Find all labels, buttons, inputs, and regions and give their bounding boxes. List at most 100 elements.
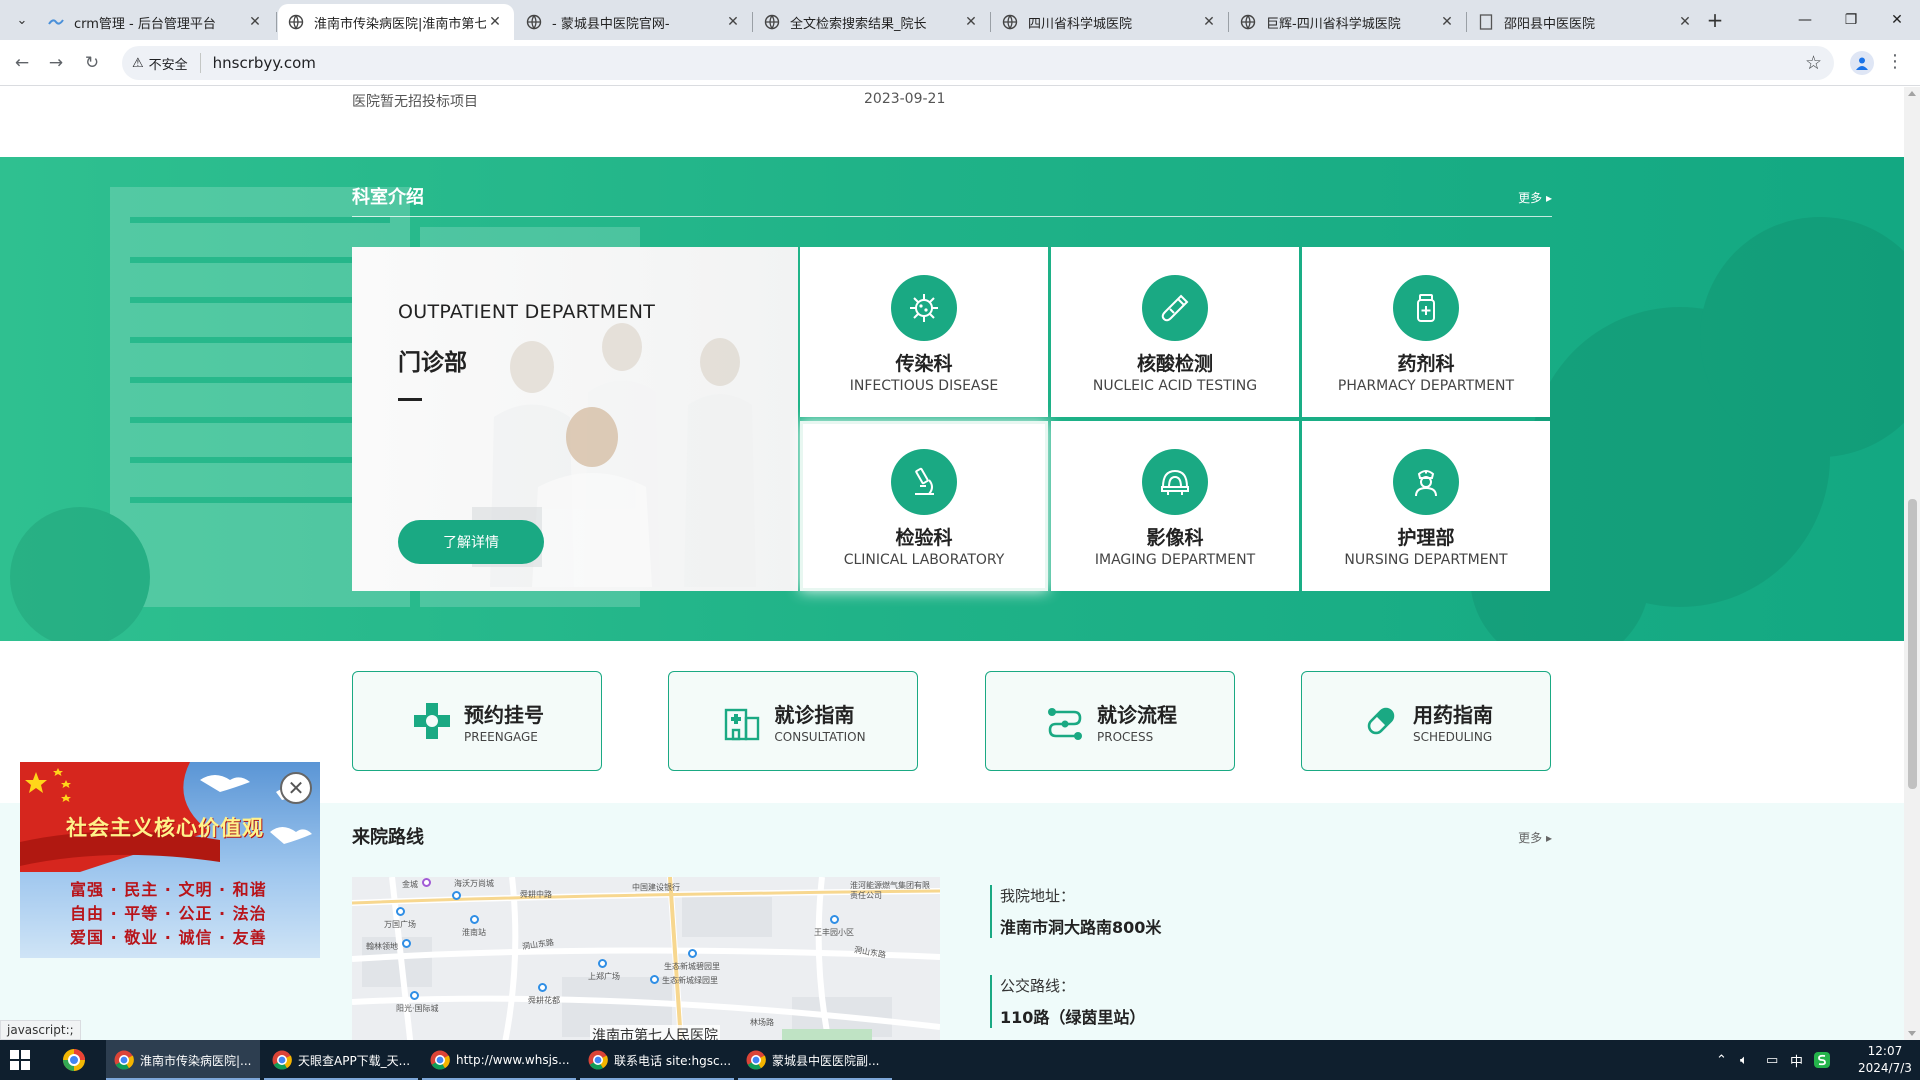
test-tube-icon	[1142, 275, 1208, 341]
quick-link-subtitle: PROCESS	[1097, 729, 1154, 744]
route-section-header: 来院路线 更多 ▸	[352, 823, 1552, 857]
tab-close-icon[interactable]: ✕	[246, 14, 264, 30]
tender-list-row[interactable]: 医院暂无招投标项目 2023-09-21	[0, 87, 1904, 157]
taskbar-item[interactable]: 淮南市传染病医院|...	[106, 1040, 260, 1080]
forward-arrow-icon[interactable]: →	[42, 49, 70, 77]
taskbar-item[interactable]: http://www.whsjs...	[422, 1040, 576, 1080]
tab-close-icon[interactable]: ✕	[1676, 14, 1694, 30]
sogou-ime-icon[interactable]	[1814, 1040, 1830, 1080]
ime-indicator[interactable]: 中	[1790, 1040, 1803, 1080]
new-tab-plus-icon[interactable]: +	[1702, 8, 1728, 34]
tab-title: 巨辉-四川省科学城医院	[1266, 16, 1401, 32]
tab-title: 邵阳县中医医院	[1504, 16, 1596, 32]
quick-link-medication[interactable]: 用药指南 SCHEDULING	[1301, 671, 1551, 771]
tab-sichuan-hospital[interactable]: 四川省科学城医院 ✕	[992, 4, 1228, 40]
address-bar[interactable]: ⚠ 不安全 hnscrbyy.com ☆	[122, 46, 1834, 80]
security-chip[interactable]: ⚠ 不安全	[132, 53, 201, 73]
tab-juhui[interactable]: 巨辉-四川省科学城医院 ✕	[1230, 4, 1466, 40]
quick-link-guide[interactable]: 就诊指南 CONSULTATION	[668, 671, 918, 771]
dept-card-nursing[interactable]: 护理部 NURSING DEPARTMENT	[1302, 421, 1550, 591]
chrome-icon	[272, 1050, 292, 1070]
ad-values-list: 富强 · 民主 · 文明 · 和谐 自由 · 平等 · 公正 · 法治 爱国 ·…	[70, 878, 290, 950]
dept-card-laboratory[interactable]: 检验科 CLINICAL LABORATORY	[800, 421, 1048, 591]
system-clock[interactable]: 12:07 2024/7/3	[1858, 1043, 1912, 1077]
dept-card-infectious[interactable]: 传染科 INFECTIOUS DISEASE	[800, 247, 1048, 417]
quick-link-title: 用药指南	[1413, 702, 1493, 727]
virus-icon	[891, 275, 957, 341]
tab-hnscrbyy[interactable]: 淮南市传染病医院|淮南市第七人民医院 ✕	[278, 4, 514, 40]
quick-link-title: 就诊指南	[774, 702, 855, 727]
learn-more-button[interactable]: 了解详情	[398, 520, 544, 564]
windows-start-icon[interactable]	[10, 1050, 30, 1070]
quick-link-subtitle: PREENGAGE	[464, 729, 538, 744]
browser-tab-bar: ⌄ crm管理 - 后台管理平台 ✕ 淮南市传染病医院|淮南市第七人民医院 ✕ …	[0, 0, 1920, 40]
back-arrow-icon[interactable]: ←	[8, 49, 36, 77]
map-pin-icon	[538, 983, 547, 992]
taskbar-item-label: 蒙城县中医医院副...	[772, 1053, 880, 1068]
volume-icon[interactable]: 🔈︎	[1740, 1040, 1748, 1080]
quick-link-title: 预约挂号	[464, 702, 544, 727]
tab-title: crm管理 - 后台管理平台	[74, 16, 216, 32]
security-label: 不安全	[148, 57, 188, 73]
bus-value: 110路（绿茵里站）	[1000, 1008, 1146, 1027]
restore-icon[interactable]: ❐	[1828, 0, 1874, 40]
tray-chevron-up-icon[interactable]: ⌃	[1716, 1040, 1727, 1080]
scrollbar-thumb[interactable]	[1908, 499, 1917, 789]
ad-close-icon[interactable]: ✕	[280, 772, 312, 804]
tab-close-icon[interactable]: ✕	[962, 14, 980, 30]
more-link[interactable]: 更多 ▸	[1518, 829, 1552, 846]
section-title: 来院路线	[352, 827, 424, 848]
pinned-app-icon[interactable]	[62, 1048, 86, 1072]
map-pin-icon	[688, 949, 697, 958]
scroll-up-icon[interactable]	[1908, 91, 1916, 96]
close-window-icon[interactable]: ✕	[1874, 0, 1920, 40]
tab-close-icon[interactable]: ✕	[1200, 14, 1218, 30]
url-text[interactable]: hnscrbyy.com	[213, 54, 316, 72]
map-label: 林场路	[750, 1018, 774, 1027]
caret-right-icon: ▸	[1545, 831, 1552, 845]
quick-link-subtitle: CONSULTATION	[774, 729, 866, 744]
network-icon[interactable]: ▭	[1766, 1040, 1778, 1080]
globe-icon	[1240, 14, 1256, 30]
tab-close-icon[interactable]: ✕	[1438, 14, 1456, 30]
quick-link-appointment[interactable]: 预约挂号 PREENGAGE	[352, 671, 602, 771]
dept-en-name: INFECTIOUS DISEASE	[849, 378, 999, 394]
reload-icon[interactable]: ↻	[78, 49, 106, 77]
more-link[interactable]: 更多 ▸	[1518, 189, 1552, 206]
minimize-icon[interactable]: —	[1782, 0, 1828, 40]
globe-icon	[764, 14, 780, 30]
tab-mengcheng[interactable]: - 蒙城县中医院官网- ✕	[516, 4, 752, 40]
taskbar-item[interactable]: 蒙城县中医医院副...	[738, 1040, 892, 1080]
dept-card-pharmacy[interactable]: 药剂科 PHARMACY DEPARTMENT	[1302, 247, 1550, 417]
map-roads-image	[352, 877, 940, 1040]
page-scrollbar[interactable]	[1904, 87, 1920, 1040]
warning-triangle-icon: ⚠	[132, 55, 144, 71]
location-map[interactable]: 金城 海沃万尚城 舜耕中路 中国建设银行 淮河能源燃气集团有限责任公司 万国广场…	[352, 877, 940, 1040]
bookmark-star-icon[interactable]: ☆	[1805, 52, 1822, 74]
dept-en-name: NUCLEIC ACID TESTING	[1092, 378, 1258, 394]
tab-shaoyang[interactable]: 邵阳县中医医院 ✕	[1468, 4, 1704, 40]
dept-card-nucleic[interactable]: 核酸检测 NUCLEIC ACID TESTING	[1051, 247, 1299, 417]
tender-title[interactable]: 医院暂无招投标项目	[352, 91, 478, 111]
quick-link-process[interactable]: 就诊流程 PROCESS	[985, 671, 1235, 771]
browser-menu-icon[interactable]: ⋮	[1886, 50, 1904, 74]
map-pin-icon	[410, 991, 419, 1000]
address-label: 我院地址：	[1000, 887, 1076, 905]
tab-close-icon[interactable]: ✕	[724, 14, 742, 30]
tab-search-icon[interactable]: ⌄	[8, 6, 36, 34]
scroll-down-icon[interactable]	[1908, 1031, 1916, 1036]
taskbar-item[interactable]: 联系电话 site:hgsc...	[580, 1040, 734, 1080]
map-label: 上郑广场	[588, 972, 620, 981]
dept-card-imaging[interactable]: 影像科 IMAGING DEPARTMENT	[1051, 421, 1299, 591]
core-values-floating-ad[interactable]: 社会主义核心价值观 富强 · 民主 · 文明 · 和谐 自由 · 平等 · 公正…	[20, 762, 320, 958]
tab-crm[interactable]: crm管理 - 后台管理平台 ✕	[38, 4, 274, 40]
ct-scanner-icon	[1142, 449, 1208, 515]
globe-icon	[288, 14, 304, 30]
map-label: 王丰园小区	[814, 928, 854, 937]
map-label: 舜耕中路	[520, 890, 552, 899]
taskbar-item[interactable]: 天眼查APP下载_天...	[264, 1040, 418, 1080]
more-label: 更多	[1518, 831, 1543, 845]
tab-close-icon[interactable]: ✕	[486, 14, 504, 30]
profile-avatar-icon[interactable]	[1850, 51, 1874, 75]
tab-search-results[interactable]: 全文检索搜索结果_院长 ✕	[754, 4, 990, 40]
